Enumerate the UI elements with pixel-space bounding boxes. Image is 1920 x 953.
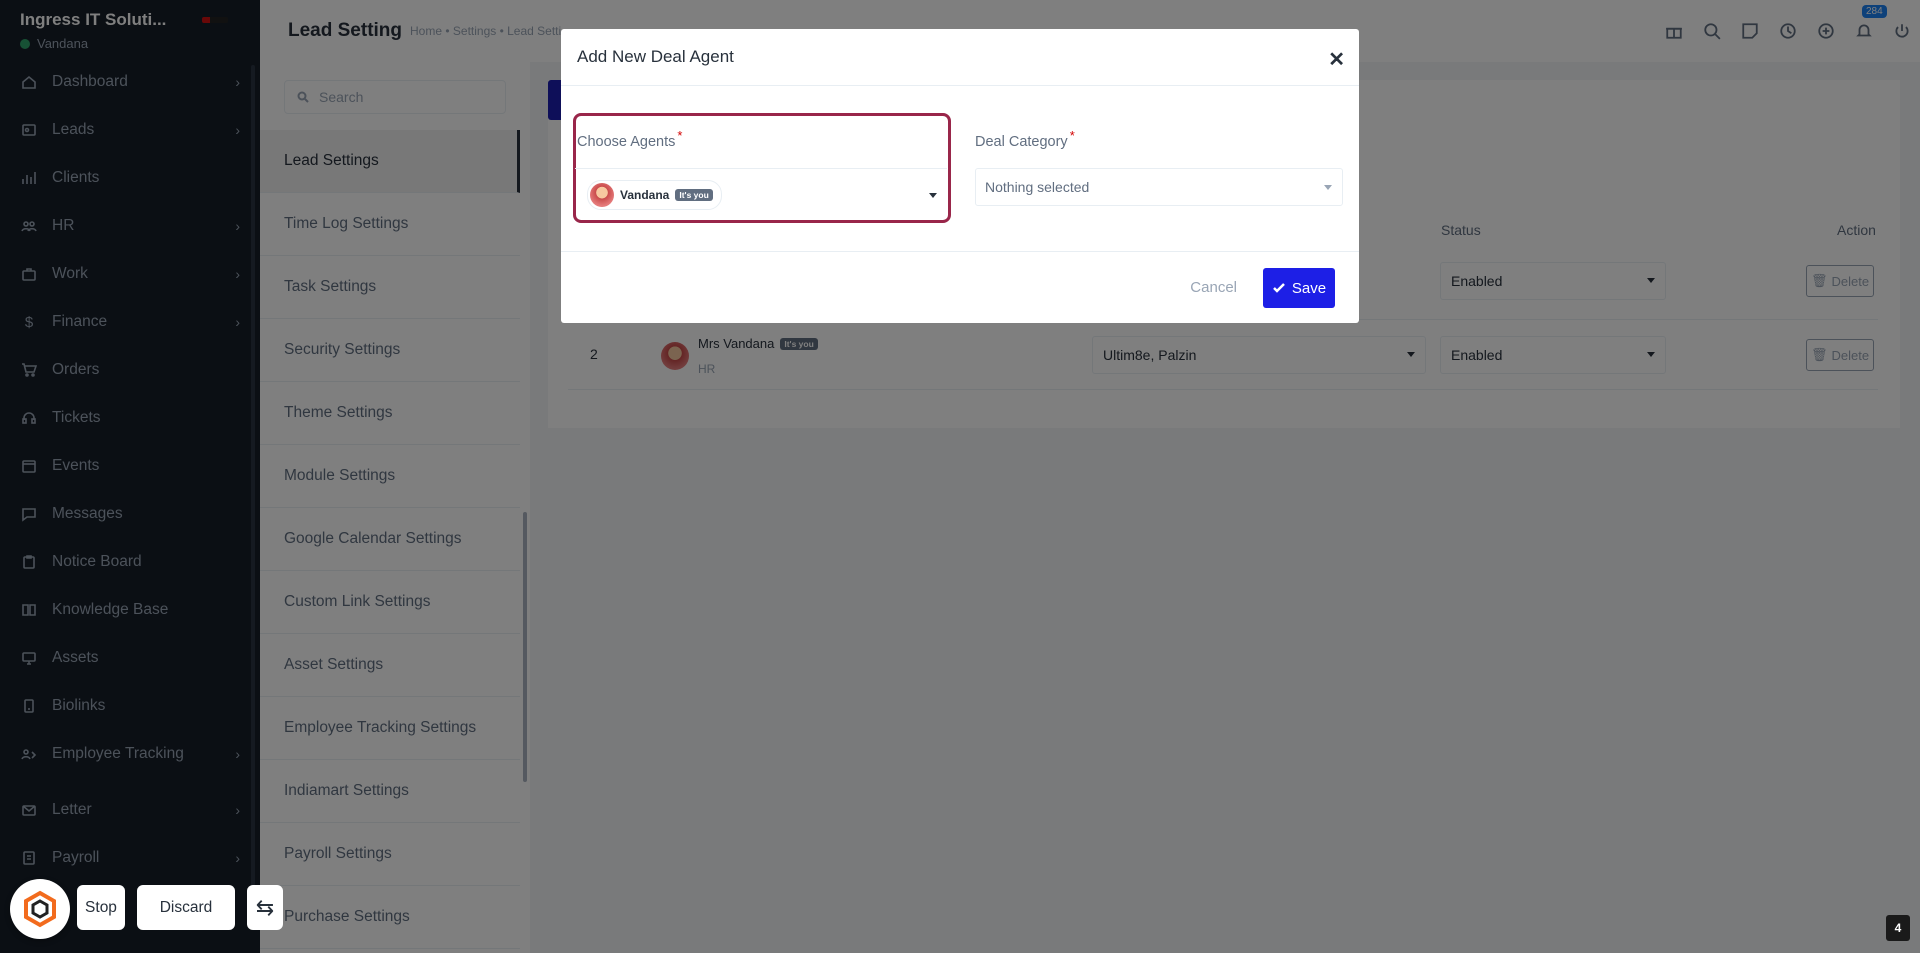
choose-agents-label: Choose Agents * [577, 128, 682, 150]
recorder-logo[interactable] [10, 879, 70, 939]
recorder-logo-icon [24, 890, 56, 928]
deal-category-label: Deal Category * [975, 128, 1075, 150]
add-deal-agent-modal: Add New Deal Agent ✕ Choose Agents * Vand… [561, 29, 1359, 323]
page-badge: 4 [1886, 915, 1910, 941]
selected-agent-chip[interactable]: Vandana It's you [587, 179, 722, 210]
save-label: Save [1291, 279, 1327, 297]
required-mark: * [1069, 128, 1075, 143]
caret-down-icon [929, 193, 937, 198]
modal-footer: Cancel Save [561, 251, 1359, 323]
swap-arrows-glyph: ⇆ [255, 894, 275, 920]
its-you-badge: It's you [675, 188, 713, 201]
cancel-button[interactable]: Cancel [1190, 279, 1237, 296]
swap-icon[interactable]: ⇆ [247, 885, 283, 930]
choose-agents-label-text: Choose Agents [577, 134, 676, 150]
selected-agent-name: Vandana [620, 187, 670, 202]
caret-down-icon [1324, 185, 1332, 190]
save-button[interactable]: Save [1263, 268, 1335, 308]
deal-category-label-text: Deal Category [975, 134, 1068, 150]
required-mark: * [677, 128, 683, 143]
choose-agents-select[interactable]: Vandana It's you [575, 168, 947, 220]
deal-category-select[interactable]: Nothing selected [975, 168, 1343, 206]
stop-button[interactable]: Stop [77, 885, 125, 930]
modal-header: Add New Deal Agent ✕ [561, 29, 1359, 86]
discard-button[interactable]: Discard [137, 885, 235, 930]
avatar [590, 182, 614, 207]
deal-category-placeholder: Nothing selected [985, 179, 1090, 195]
check-icon [1273, 283, 1285, 293]
modal-title: Add New Deal Agent [577, 47, 734, 66]
close-icon[interactable]: ✕ [1328, 47, 1345, 72]
